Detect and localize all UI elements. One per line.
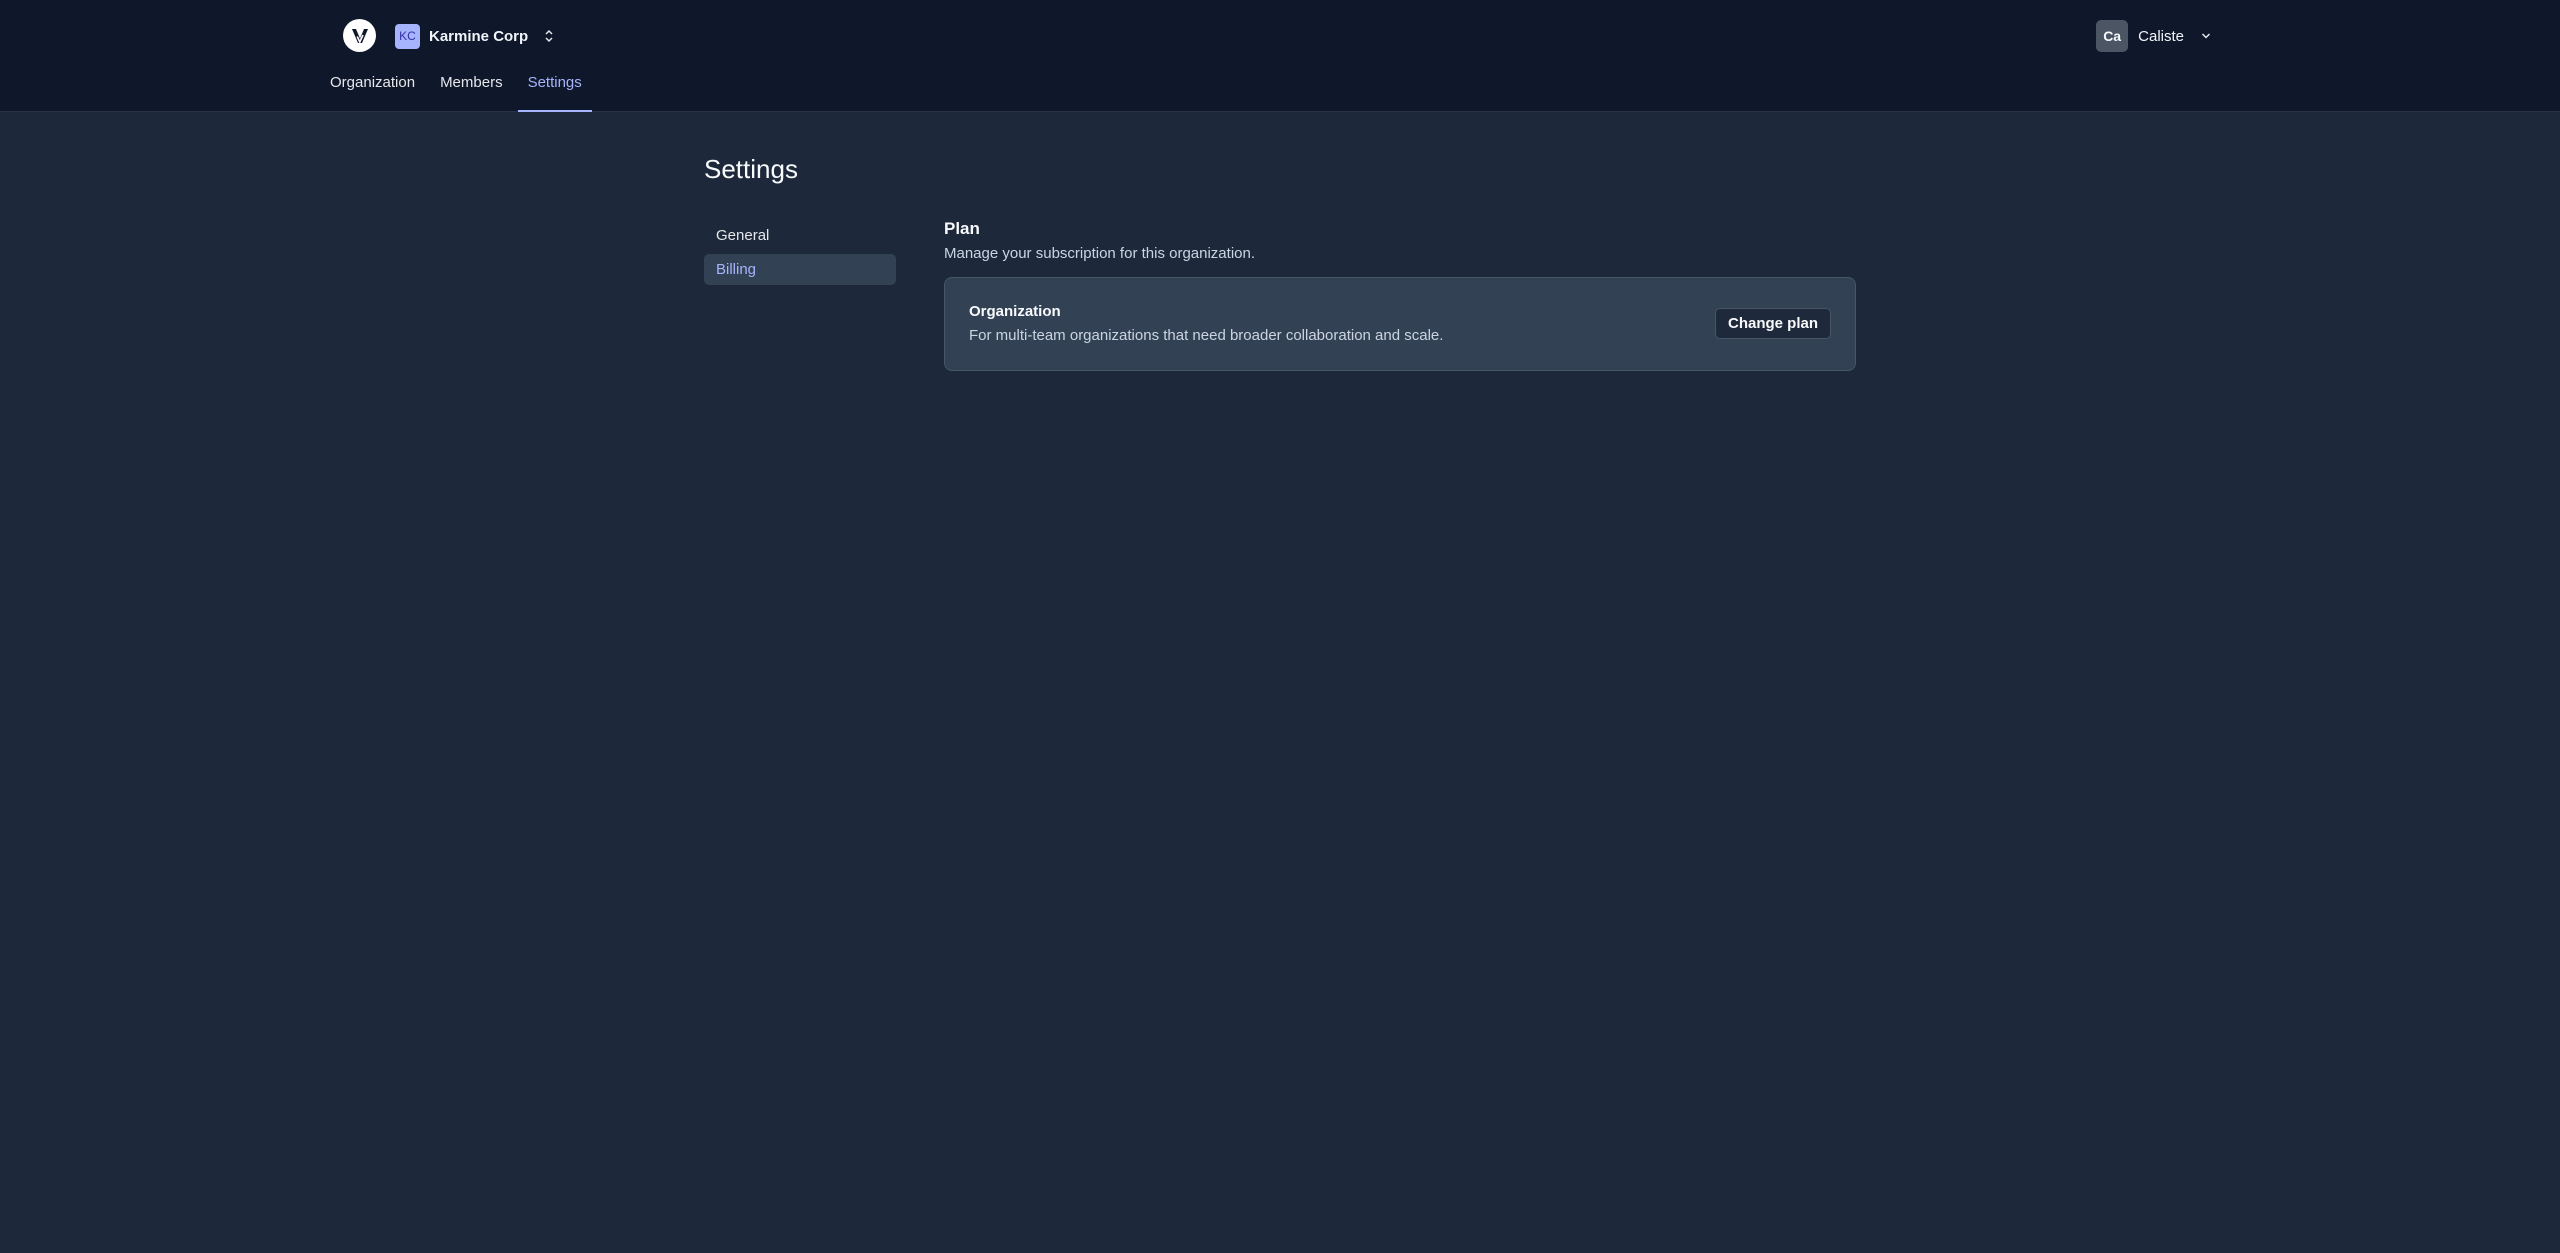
side-nav-item-billing[interactable]: Billing [704, 254, 896, 285]
chevron-down-icon [2200, 30, 2212, 42]
user-name: Caliste [2138, 27, 2184, 45]
plan-section-description: Manage your subscription for this organi… [944, 245, 1256, 262]
chevron-up-down-icon [543, 28, 555, 44]
plan-section: Plan Manage your subscription for this o… [944, 219, 1856, 262]
avatar: Ca [2096, 20, 2129, 52]
org-badge: KC [395, 23, 420, 49]
v-check-logo-icon[interactable] [343, 19, 376, 52]
org-name: Karmine Corp [429, 27, 529, 45]
user-menu[interactable]: Ca Caliste [2096, 20, 2212, 52]
page-title: Settings [704, 154, 798, 184]
top-bar: KC Karmine Corp Ca Caliste Organization … [0, 0, 2560, 112]
tab-organization[interactable]: Organization [330, 68, 415, 112]
tab-members[interactable]: Members [440, 68, 503, 112]
plan-description: For multi-team organizations that need b… [969, 327, 1444, 344]
tab-settings[interactable]: Settings [517, 68, 592, 112]
plan-section-title: Plan [944, 219, 980, 238]
plan-name: Organization [969, 303, 1061, 320]
side-nav-item-general[interactable]: General [704, 220, 896, 251]
org-switcher[interactable]: KC Karmine Corp [395, 23, 555, 49]
main-nav-tabs: Organization Members Settings [330, 68, 617, 112]
change-plan-button[interactable]: Change plan [1714, 308, 1831, 339]
settings-side-nav: General Billing [704, 220, 896, 288]
plan-card: Organization For multi-team organization… [944, 277, 1856, 371]
